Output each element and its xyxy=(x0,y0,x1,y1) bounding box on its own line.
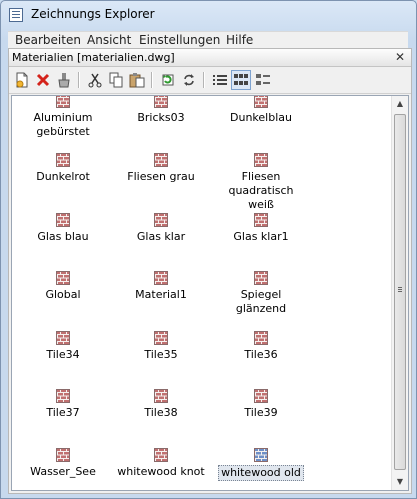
material-label: Fliesen xyxy=(241,170,281,183)
material-swatch-icon xyxy=(15,448,111,462)
scroll-down-icon[interactable]: ▼ xyxy=(392,474,408,490)
material-swatch-icon xyxy=(15,213,111,227)
material-item[interactable]: Material1 xyxy=(113,271,209,302)
material-item[interactable]: Aluminium gebürstet xyxy=(15,96,111,139)
paste-icon[interactable] xyxy=(127,70,147,90)
material-swatch-icon xyxy=(15,271,111,285)
detail-view-icon[interactable] xyxy=(253,70,273,90)
material-item[interactable]: Fliesen quadratisch weiß xyxy=(213,153,309,212)
material-swatch-icon xyxy=(113,213,209,227)
material-item[interactable]: Glas klar xyxy=(113,213,209,244)
material-swatch-icon xyxy=(213,153,309,167)
purge-icon[interactable] xyxy=(54,70,74,90)
material-swatch-icon xyxy=(113,448,209,462)
materials-panel: Materialien [materialien.dwg] ✕ ▲ ▼ Alum… xyxy=(8,48,412,494)
material-item[interactable]: Spiegel glänzend xyxy=(213,271,309,316)
material-item[interactable]: whitewood knot xyxy=(113,448,209,479)
material-item[interactable]: Tile34 xyxy=(15,331,111,362)
new-item-icon[interactable] xyxy=(12,70,32,90)
material-label: Global xyxy=(45,288,81,301)
material-label: Tile34 xyxy=(46,348,80,361)
material-swatch-icon xyxy=(15,331,111,345)
material-label: Fliesen grau xyxy=(127,170,195,183)
material-item[interactable]: Global xyxy=(15,271,111,302)
material-item[interactable]: whitewood old xyxy=(213,448,309,481)
material-list: ▲ ▼ Aluminium gebürstet Bricks03 Dunkelblau… xyxy=(11,95,409,491)
material-item[interactable]: Wasser_See xyxy=(15,448,111,479)
material-item[interactable]: Fliesen grau xyxy=(113,153,209,184)
material-label: whitewood knot xyxy=(117,465,205,478)
scroll-up-icon[interactable]: ▲ xyxy=(392,96,408,112)
material-item[interactable]: Tile35 xyxy=(113,331,209,362)
vertical-scrollbar[interactable]: ▲ ▼ xyxy=(391,96,408,490)
material-label: Tile36 xyxy=(244,348,278,361)
scroll-thumb[interactable] xyxy=(394,114,406,470)
panel-header: Materialien [materialien.dwg] ✕ xyxy=(9,49,411,67)
material-label: Aluminium xyxy=(33,111,93,124)
toolbar-separator xyxy=(78,72,80,88)
app-icon xyxy=(9,8,23,22)
material-item[interactable]: Tile36 xyxy=(213,331,309,362)
delete-icon[interactable] xyxy=(33,70,53,90)
material-label: Tile35 xyxy=(144,348,178,361)
menu-ansicht[interactable]: Ansicht xyxy=(87,33,131,47)
material-item[interactable]: Glas blau xyxy=(15,213,111,244)
material-item[interactable]: Tile39 xyxy=(213,389,309,420)
material-item[interactable]: Dunkelrot xyxy=(15,153,111,184)
refresh-icon[interactable] xyxy=(158,70,178,90)
close-icon[interactable]: ✕ xyxy=(393,50,407,64)
drawing-explorer-window: Zeichnungs Explorer Bearbeiten Ansicht E… xyxy=(0,0,417,499)
material-item[interactable]: Tile37 xyxy=(15,389,111,420)
material-swatch-icon xyxy=(15,389,111,403)
material-swatch-icon xyxy=(113,271,209,285)
material-label: Wasser_See xyxy=(30,465,96,478)
sync-icon[interactable] xyxy=(179,70,199,90)
material-label: Glas klar xyxy=(136,230,186,243)
title-bar[interactable]: Zeichnungs Explorer xyxy=(1,1,416,29)
material-swatch-icon xyxy=(113,331,209,345)
material-swatch-icon xyxy=(213,271,309,285)
material-label: Dunkelrot xyxy=(36,170,90,183)
menu-bar: Bearbeiten Ansicht Einstellungen Hilfe xyxy=(8,31,408,48)
toolbar-separator xyxy=(203,72,205,88)
menu-bearbeiten[interactable]: Bearbeiten xyxy=(15,33,81,47)
material-swatch-icon xyxy=(15,153,111,167)
panel-title: Materialien [materialien.dwg] xyxy=(12,51,175,64)
material-label: Glas klar1 xyxy=(233,230,289,243)
material-label: Tile37 xyxy=(46,406,80,419)
toolbar-separator xyxy=(151,72,153,88)
material-item[interactable]: Tile38 xyxy=(113,389,209,420)
material-label: Material1 xyxy=(135,288,187,301)
material-label: Bricks03 xyxy=(137,111,185,124)
window-title: Zeichnungs Explorer xyxy=(31,7,155,21)
material-label: Tile38 xyxy=(144,406,178,419)
material-swatch-icon xyxy=(113,153,209,167)
menu-hilfe[interactable]: Hilfe xyxy=(226,33,253,47)
copy-icon[interactable] xyxy=(106,70,126,90)
material-item[interactable]: Bricks03 xyxy=(113,96,209,125)
menu-einstellungen[interactable]: Einstellungen xyxy=(139,33,220,47)
material-swatch-icon xyxy=(113,389,209,403)
material-label: whitewood old xyxy=(218,465,304,481)
material-label: Glas blau xyxy=(37,230,89,243)
material-label-line2: quadratisch weiß xyxy=(228,184,294,211)
material-swatch-icon xyxy=(113,96,209,108)
icon-view-icon[interactable] xyxy=(231,70,251,90)
material-item[interactable]: Dunkelblau xyxy=(213,96,309,125)
material-swatch-icon xyxy=(213,448,309,462)
list-view-icon[interactable] xyxy=(210,70,230,90)
cut-icon[interactable] xyxy=(85,70,105,90)
material-label-line2: gebürstet xyxy=(36,125,90,138)
material-label: Dunkelblau xyxy=(230,111,292,124)
material-label: Tile39 xyxy=(244,406,278,419)
material-label: Spiegel glänzend xyxy=(235,288,287,315)
material-swatch-icon xyxy=(213,389,309,403)
material-swatch-icon xyxy=(15,96,111,108)
material-item[interactable]: Glas klar1 xyxy=(213,213,309,244)
material-swatch-icon xyxy=(213,213,309,227)
material-swatch-icon xyxy=(213,331,309,345)
material-swatch-icon xyxy=(213,96,309,108)
toolbar xyxy=(9,67,411,94)
